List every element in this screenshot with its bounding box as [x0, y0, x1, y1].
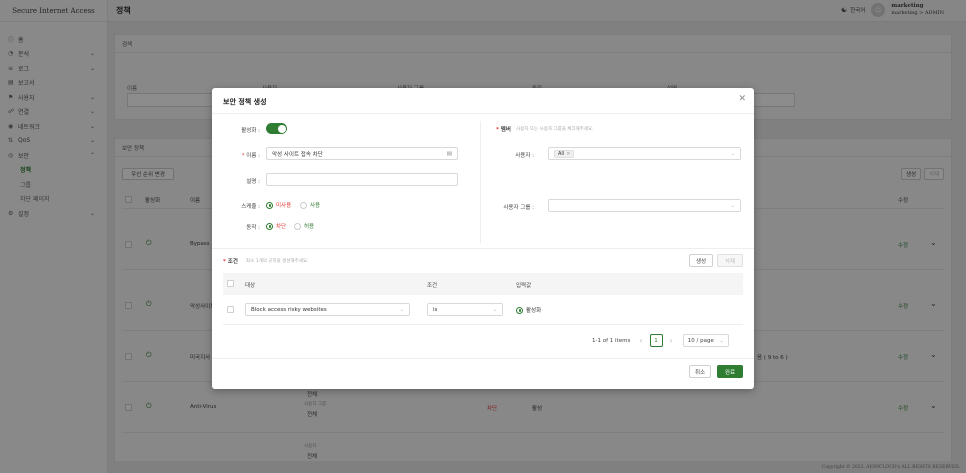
name-input[interactable]: 악성 사이트 접속 차단 ▤ [266, 147, 458, 160]
schedule-on-label: 사용 [310, 203, 321, 209]
pagination: 1-1 of 1 items ‹ 1 › 10 / page ⌄ [592, 334, 729, 347]
pagination-summary: 1-1 of 1 items [592, 337, 631, 344]
chevron-down-icon: ⌄ [730, 203, 735, 209]
target-value: Block access risky websites [251, 306, 327, 313]
prev-page-icon[interactable]: ‹ [639, 336, 642, 345]
member-label: * 멤버 [496, 127, 511, 133]
row-checkbox[interactable] [227, 306, 234, 313]
tag-close-icon[interactable]: × [566, 151, 570, 157]
cancel-button[interactable]: 취소 [689, 365, 711, 378]
next-page-icon[interactable]: › [670, 336, 673, 345]
name-input-value: 악성 사이트 접속 차단 [272, 151, 323, 158]
section-divider [212, 248, 754, 249]
radio-checked-icon [266, 201, 273, 209]
page-size-select[interactable]: 10 / page ⌄ [682, 334, 729, 347]
done-button[interactable]: 완료 [717, 365, 743, 378]
schedule-label: 스케쥴 : [241, 204, 260, 210]
chevron-down-icon: ⌄ [730, 151, 735, 157]
radio-icon [300, 201, 307, 209]
target-select[interactable]: Block access risky websites ⌄ [245, 303, 410, 316]
desc-label: 설명 : [246, 179, 260, 185]
enabled-toggle[interactable] [266, 123, 287, 134]
condition-table-header: 대상 조건 입력값 [223, 273, 743, 295]
condition-select[interactable]: is ⌄ [427, 303, 503, 316]
user-tag[interactable]: All × [554, 149, 575, 158]
user-group-select[interactable]: ⌄ [548, 199, 741, 212]
radio-checked-icon [516, 306, 523, 314]
name-label-text: 이름 : [246, 153, 260, 159]
condition-create-button[interactable]: 생성 [689, 254, 713, 267]
chevron-down-icon: ⌄ [399, 307, 404, 313]
copy-icon[interactable]: ▤ [447, 151, 452, 157]
member-hint: 사용자 또는 사용자 그룹을 체크해주세요. [516, 127, 594, 132]
schedule-off-label: 미사용 [276, 203, 292, 209]
chevron-down-icon: ⌄ [492, 307, 497, 313]
member-label-text: 멤버 [500, 127, 511, 133]
action-allow-label: 허용 [304, 224, 315, 230]
modal-title: 보안 정책 생성 [223, 98, 267, 106]
action-radio-block[interactable]: 차단 [266, 222, 286, 230]
input-radio[interactable]: 활성화 [516, 306, 541, 314]
page-size-value: 10 / page [687, 337, 714, 344]
condition-label: * 조건 [223, 259, 238, 265]
close-icon[interactable]: ✕ [738, 94, 746, 104]
action-label: 동작 : [246, 225, 260, 231]
col-target: 대상 [245, 283, 256, 289]
col-input: 입력값 [516, 283, 532, 289]
action-block-label: 차단 [276, 224, 287, 230]
chevron-down-icon: ⌄ [719, 337, 724, 344]
desc-input[interactable] [266, 173, 458, 186]
action-radio-allow[interactable]: 허용 [294, 222, 314, 230]
radio-icon [294, 222, 301, 230]
user-group-label: 사용자 그룹 : [503, 205, 534, 211]
schedule-radio-on[interactable]: 사용 [300, 201, 320, 209]
condition-delete-button[interactable]: 삭제 [717, 254, 743, 267]
condition-row: Block access risky websites ⌄ is ⌄ 활성화 [223, 295, 743, 325]
condition-label-text: 조건 [227, 259, 238, 265]
page-1-button[interactable]: 1 [649, 334, 663, 347]
modal-divider [212, 113, 754, 114]
input-value: 활성화 [526, 308, 542, 314]
enabled-label: 활성화 : [241, 128, 260, 134]
condition-hint: 최소 1개의 규칙을 생성해주세요. [246, 259, 309, 264]
condition-value: is [433, 306, 438, 313]
vertical-divider [480, 121, 481, 243]
name-label: * 이름 : [241, 153, 260, 159]
select-all-checkbox[interactable] [227, 280, 234, 287]
user-tag-label: All [558, 150, 565, 157]
user-select[interactable]: All × ⌄ [548, 147, 741, 160]
radio-checked-icon [266, 222, 273, 230]
footer-divider [212, 358, 754, 359]
col-condition: 조건 [427, 283, 438, 289]
schedule-radio-off[interactable]: 미사용 [266, 201, 291, 209]
create-policy-modal: 보안 정책 생성 ✕ 활성화 : * 이름 : 악성 사이트 접속 차단 ▤ 설… [212, 88, 754, 389]
user-label: 사용자 : [515, 153, 534, 159]
